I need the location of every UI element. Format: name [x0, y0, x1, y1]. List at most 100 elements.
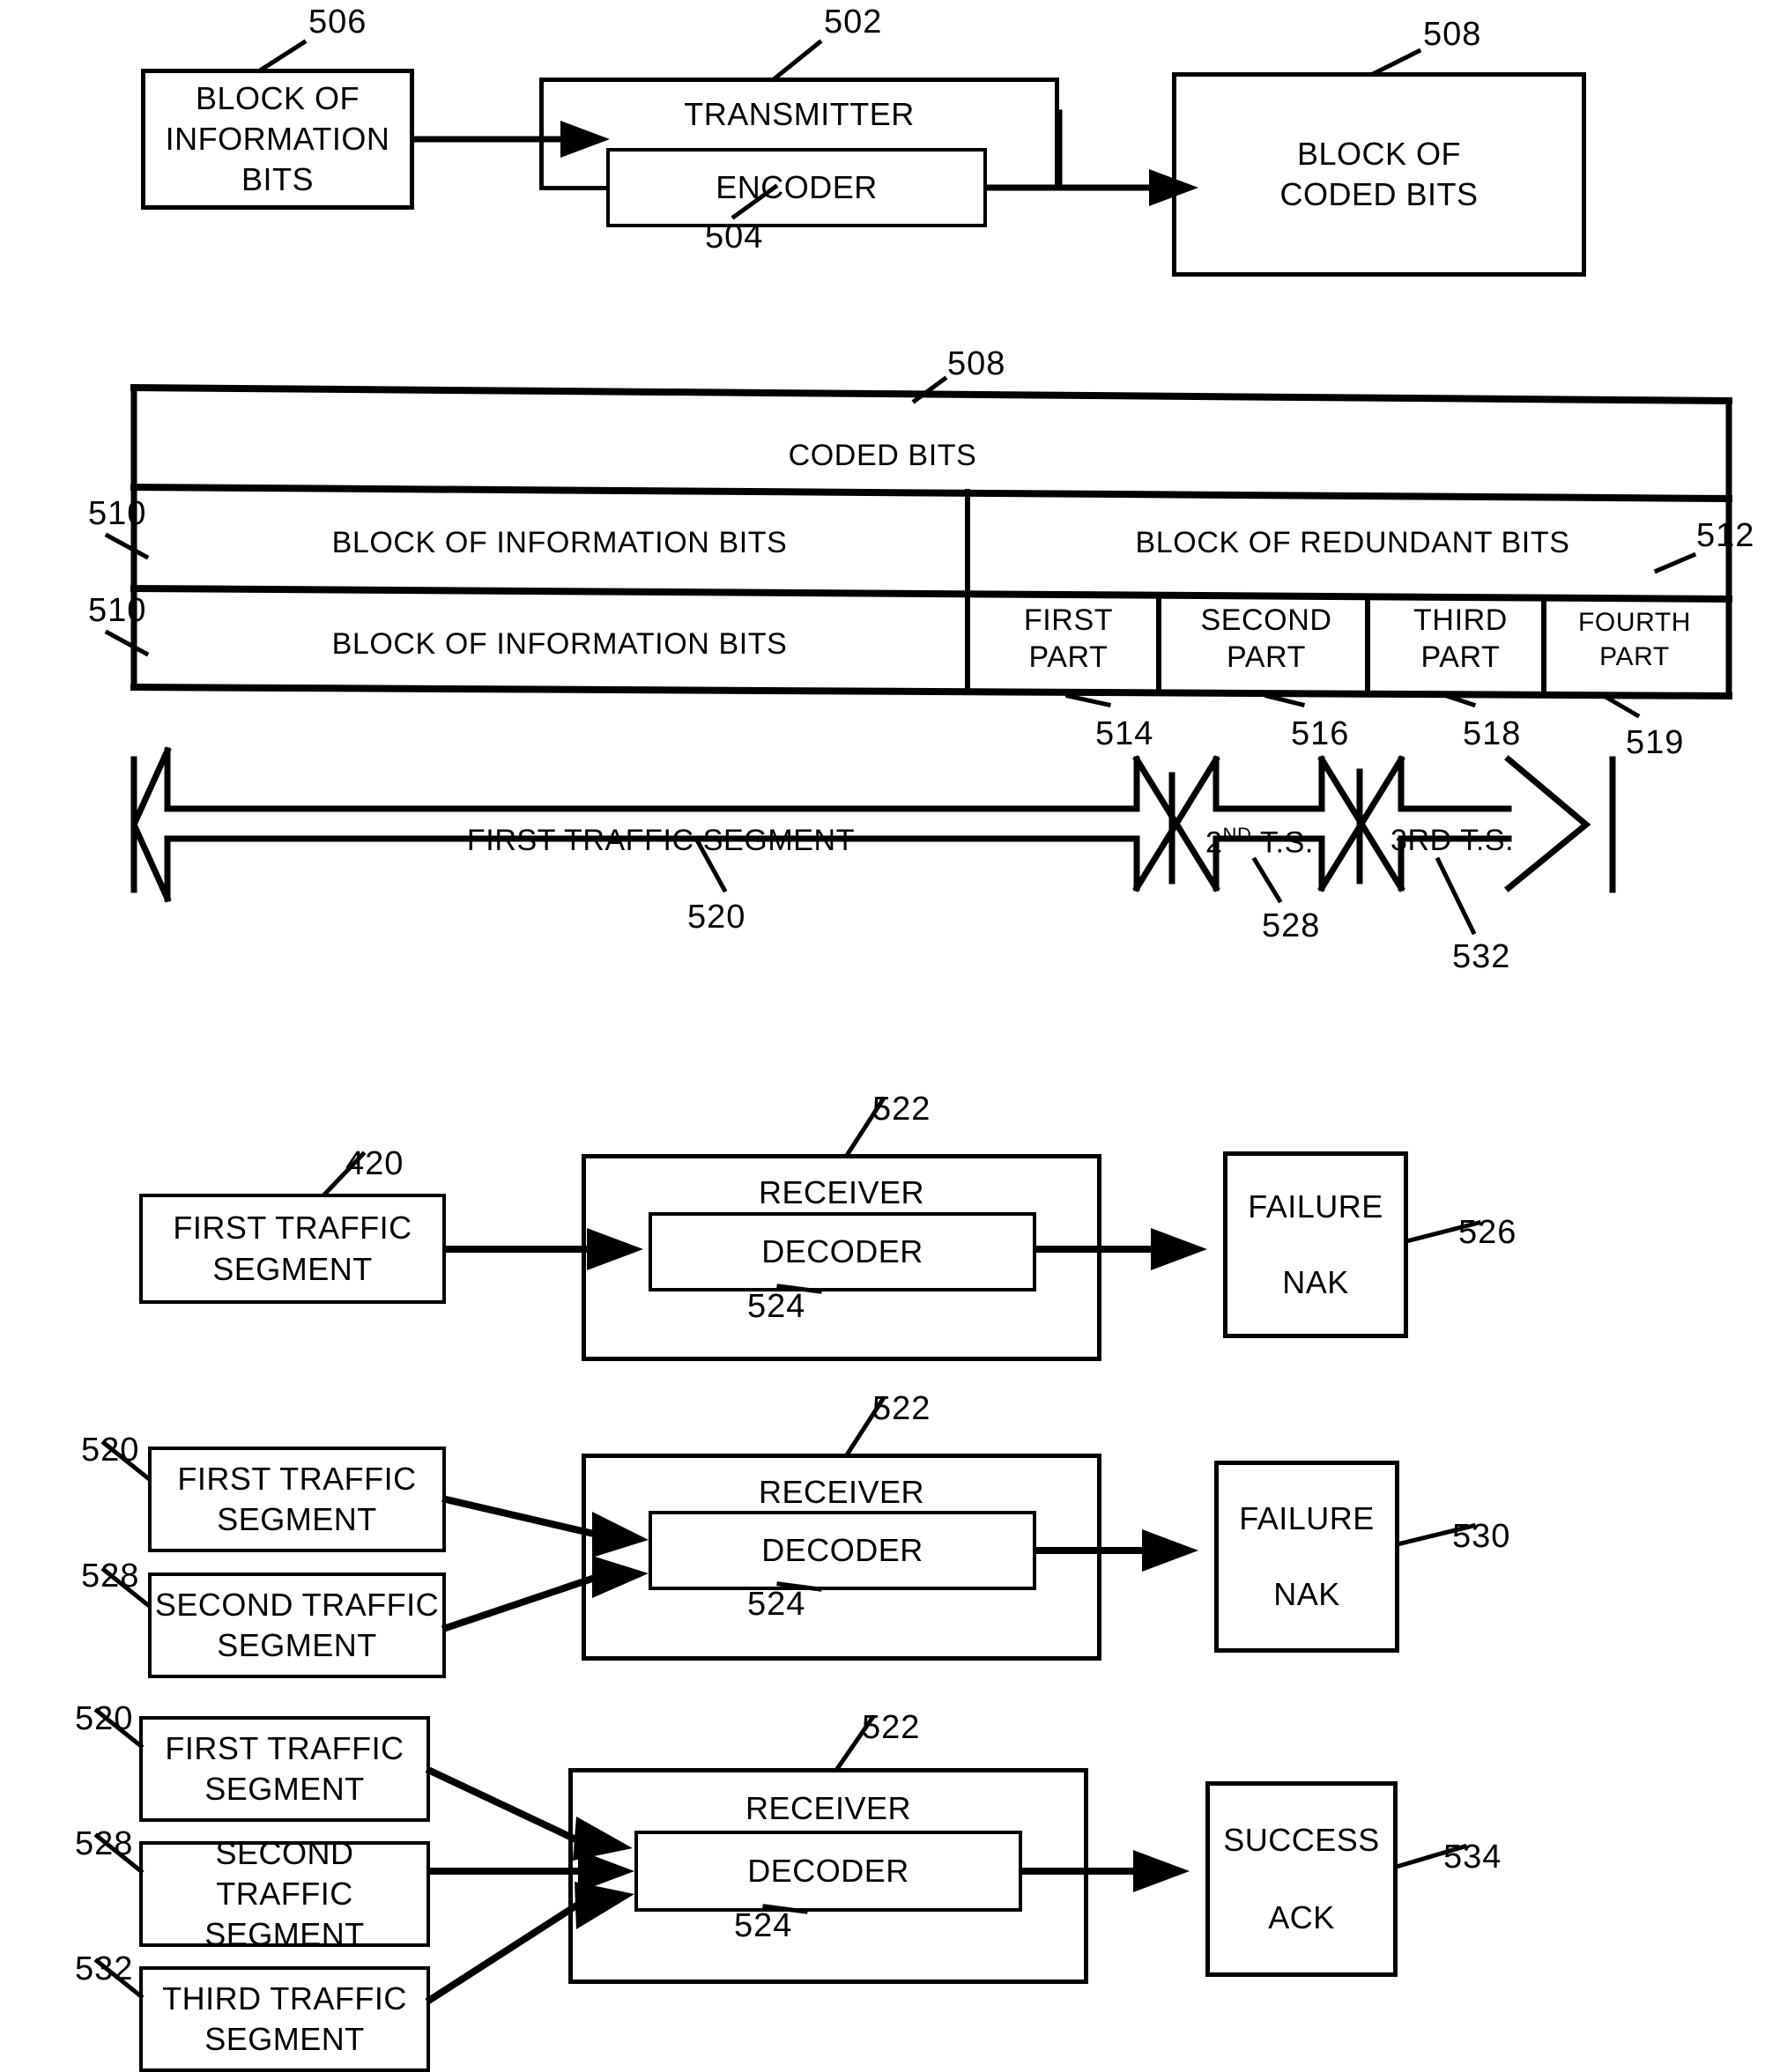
ref-526: 526 [1458, 1214, 1517, 1251]
leader-519 [1602, 693, 1641, 719]
leader-516 [1264, 692, 1306, 708]
ref-520-rx2: 520 [81, 1432, 140, 1469]
ref-512: 512 [1696, 517, 1755, 554]
ref-530: 530 [1452, 1518, 1511, 1555]
second-ts-abbrev: T.S. [1251, 825, 1314, 860]
arrowhead-rx3-output [1133, 1850, 1190, 1892]
rx3-input3-line-2: SEGMENT [204, 2021, 365, 2057]
rx3-result-line-2: ACK [1268, 1899, 1335, 1935]
break1-diag-a [1132, 755, 1220, 892]
ref-510-row3: 510 [88, 592, 147, 629]
arrowhead-rx2-output [1142, 1529, 1198, 1572]
rx3-receiver-label: RECEIVER [745, 1790, 912, 1826]
table-rule-row1-row2 [130, 483, 1733, 503]
first-part-line-2: PART [1028, 640, 1109, 674]
rx2-input2-line-1: SECOND TRAFFIC [154, 1586, 440, 1623]
ref-504: 504 [705, 218, 764, 255]
ref-506: 506 [308, 4, 367, 41]
ref-524-rx1: 524 [747, 1288, 806, 1325]
encoder-box: ENCODER [606, 148, 987, 227]
rx2-result-failure-nak-box: FAILURE NAK [1214, 1461, 1399, 1653]
ref-502: 502 [824, 4, 883, 41]
rx2-input2-wire [441, 1572, 603, 1633]
rx1-input-line-1: FIRST TRAFFIC [173, 1210, 412, 1247]
first-part-line-1: FIRST [1023, 603, 1114, 637]
ref-532-rx3: 532 [75, 1950, 134, 1987]
ref-520-span: 520 [687, 899, 746, 936]
ref-518: 518 [1463, 715, 1522, 752]
second-traffic-segment-span-label: 2ND T.S. [1205, 824, 1364, 860]
rx3-input1-line-1: FIRST TRAFFIC [165, 1729, 404, 1766]
rx1-result-line-1: FAILURE [1248, 1188, 1383, 1225]
ref-524-rx2: 524 [747, 1586, 806, 1623]
row2-redundant-bits-label: BLOCK OF REDUNDANT BITS [1135, 526, 1570, 559]
leader-532-span [1435, 856, 1477, 936]
block-of-coded-bits-box: BLOCK OF CODED BITS [1172, 72, 1586, 277]
coded-bits-row-label: CODED BITS [788, 439, 977, 472]
ref-528-rx2: 528 [81, 1558, 140, 1595]
ref-534: 534 [1443, 1839, 1502, 1876]
ref-520-rx3: 520 [75, 1700, 134, 1737]
ref-528-rx3: 528 [75, 1825, 134, 1862]
break1-diag-b [1132, 755, 1220, 892]
rx2-decoder-label: DECODER [761, 1531, 923, 1568]
ref-519: 519 [1626, 724, 1685, 761]
fourth-part-line-1: FOURTH [1577, 608, 1692, 637]
ref-522-rx3: 522 [862, 1709, 921, 1746]
rx3-input-third-traffic-segment-box: THIRD TRAFFIC SEGMENT [139, 1966, 430, 2072]
leader-518 [1443, 692, 1477, 708]
rx1-result-failure-nak-box: FAILURE NAK [1223, 1151, 1408, 1338]
ref-510-row2: 510 [88, 495, 147, 532]
ref-522-rx2: 522 [872, 1390, 931, 1427]
source-box-line-1: BLOCK OF [195, 79, 360, 116]
rx1-receiver-label: RECEIVER [758, 1174, 925, 1210]
ref-516: 516 [1291, 715, 1350, 752]
rx3-decoder-box: DECODER [634, 1831, 1022, 1912]
rx3-input3-line-1: THIRD TRAFFIC [162, 1980, 407, 2016]
rx1-input-first-traffic-segment-box: FIRST TRAFFIC SEGMENT [139, 1194, 446, 1304]
ref-522-rx1: 522 [872, 1091, 931, 1128]
leader-502 [770, 39, 823, 83]
leader-508-table [911, 375, 948, 404]
ref-420: 420 [345, 1145, 404, 1182]
rx2-input2-line-2: SEGMENT [217, 1627, 377, 1663]
leader-514 [1065, 693, 1111, 707]
source-box-line-3: BITS [241, 161, 314, 198]
ref-528-span: 528 [1262, 907, 1321, 944]
rx2-input-first-traffic-segment-box: FIRST TRAFFIC SEGMENT [148, 1447, 446, 1552]
third-part-line-1: THIRD [1413, 603, 1508, 637]
coded-bits-box-line-2: CODED BITS [1279, 176, 1479, 212]
rx3-input2-line-2: SEGMENT [204, 1916, 365, 1953]
rx3-input-second-traffic-segment-box: SECOND TRAFFIC SEGMENT [139, 1835, 430, 1952]
rx3-result-line-1: SUCCESS [1223, 1821, 1380, 1858]
first-traffic-segment-span-label: FIRST TRAFFIC SEGMENT [466, 824, 856, 857]
rx1-input-line-2: SEGMENT [212, 1250, 373, 1287]
row3-information-bits-label: BLOCK OF INFORMATION BITS [331, 627, 788, 661]
leader-506 [256, 39, 308, 74]
ref-508-top: 508 [1423, 16, 1482, 53]
leader-508-top [1369, 48, 1422, 78]
ref-508-table: 508 [947, 345, 1006, 382]
transmitter-label: TRANSMITTER [684, 96, 915, 132]
rx2-input1-line-2: SEGMENT [217, 1501, 377, 1537]
table-rule-row2-row3 [130, 584, 1733, 603]
fourth-part-line-2: PART [1599, 642, 1670, 671]
source-box-line-2: INFORMATION [165, 120, 390, 157]
rx2-receiver-label: RECEIVER [758, 1474, 925, 1510]
rx3-input3-wire [425, 1896, 589, 2005]
coded-bits-box-line-1: BLOCK OF [1296, 135, 1462, 172]
table-bottom-rule [130, 683, 1733, 700]
second-ts-ordinal-suffix: ND [1222, 824, 1252, 846]
table-top-rule [130, 383, 1733, 405]
second-part-line-2: PART [1227, 640, 1306, 674]
rx2-input-second-traffic-segment-box: SECOND TRAFFIC SEGMENT [148, 1572, 446, 1678]
rx3-result-success-ack-box: SUCCESS ACK [1205, 1781, 1398, 1977]
ref-532-span: 532 [1452, 938, 1511, 975]
ts1-arrowhead-outline [130, 746, 172, 903]
second-part-line-1: SECOND [1200, 603, 1332, 637]
rx3-input2-line-1: SECOND TRAFFIC [215, 1834, 354, 1912]
patent-figure-sheet: BLOCK OF INFORMATION BITS 506 TRANSMITTE… [0, 0, 1765, 2072]
rx2-decoder-box: DECODER [649, 1511, 1036, 1590]
rx3-input1-wire [425, 1765, 589, 1848]
block-of-information-bits-box: BLOCK OF INFORMATION BITS [141, 69, 414, 210]
